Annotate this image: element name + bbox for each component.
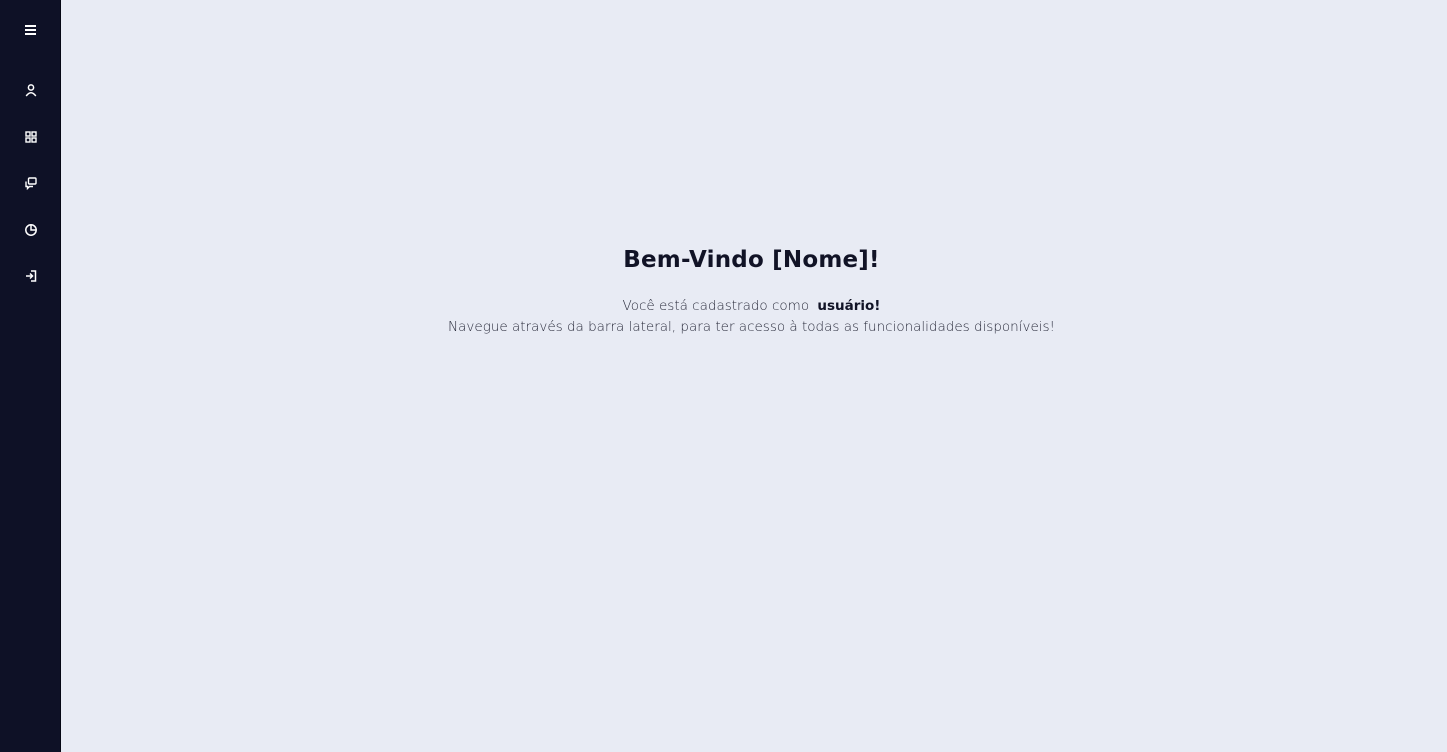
grid-icon: [24, 131, 37, 143]
menu-icon: [24, 25, 36, 35]
role-line-prefix: Você está cadastrado como: [622, 298, 810, 314]
messages-icon: [24, 177, 37, 190]
sidebar-item-logout[interactable]: [0, 260, 61, 292]
sidebar: [0, 0, 61, 752]
menu-toggle-button[interactable]: [0, 14, 61, 46]
navigation-hint: Navegue através da barra lateral, para t…: [448, 319, 1055, 335]
welcome-message: Você está cadastrado como usuário! Naveg…: [61, 296, 1442, 338]
main-content: Bem-Vindo [Nome]! Você está cadastrado c…: [61, 0, 1447, 752]
user-icon: [25, 84, 36, 97]
sidebar-item-reports[interactable]: [0, 214, 61, 246]
welcome-panel: Bem-Vindo [Nome]! Você está cadastrado c…: [61, 244, 1442, 338]
sidebar-item-dashboard[interactable]: [0, 121, 61, 153]
chart-pie-icon: [24, 224, 37, 236]
sidebar-item-profile[interactable]: [0, 74, 61, 106]
role-badge: usuário!: [817, 298, 881, 314]
welcome-title: Bem-Vindo [Nome]!: [623, 247, 880, 273]
logout-icon: [25, 270, 36, 282]
role-line: Você está cadastrado como usuário!: [61, 296, 1442, 317]
sidebar-item-messages[interactable]: [0, 167, 61, 199]
